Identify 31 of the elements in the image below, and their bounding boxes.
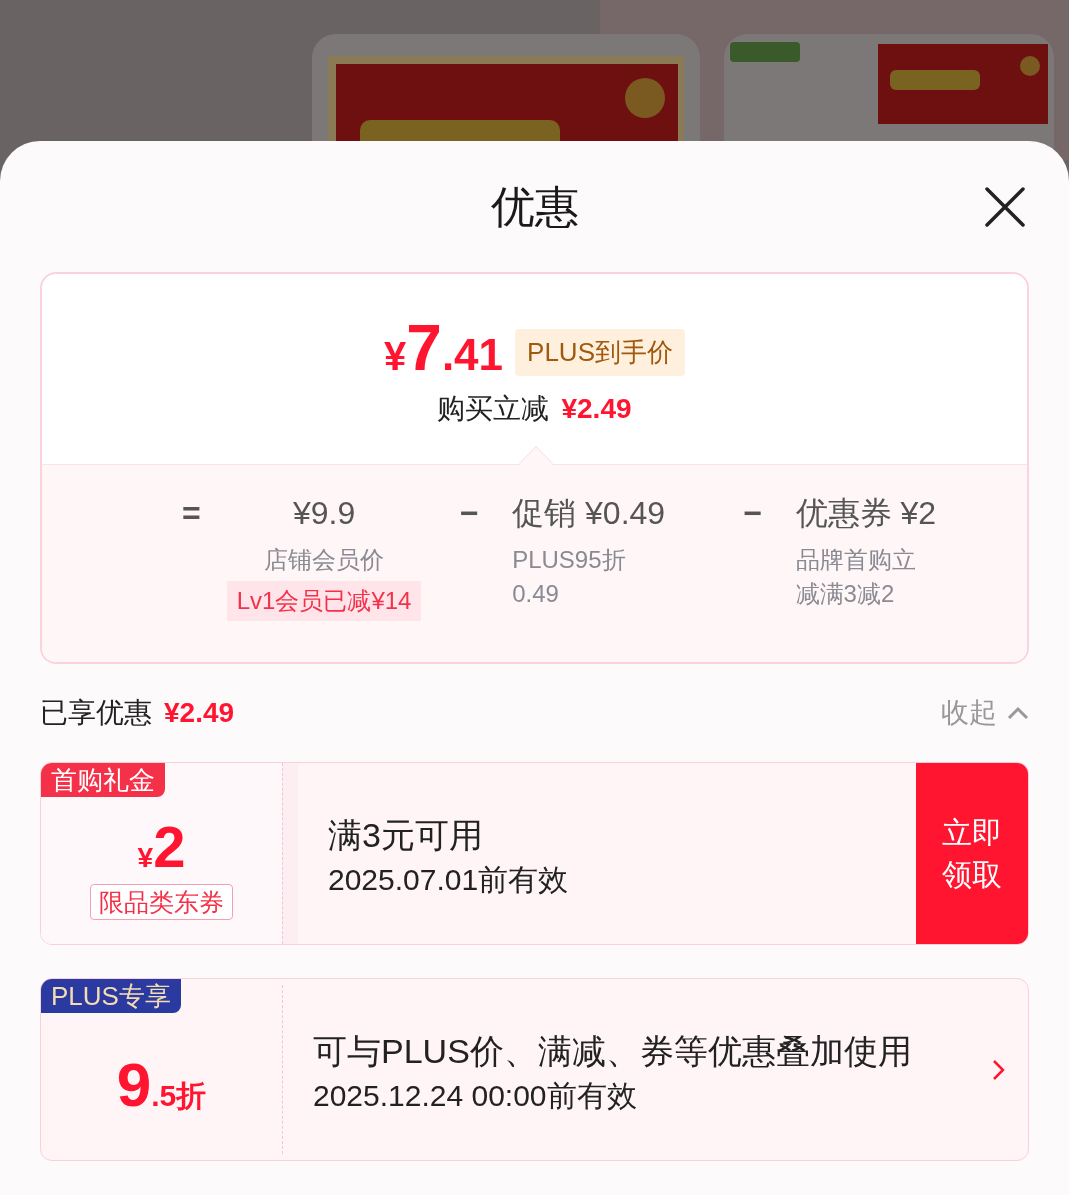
coupon-amount: ¥2 [137, 817, 186, 876]
breakdown-value: 优惠券 ¥2 [795, 494, 937, 533]
breakdown-note: 0.49 [512, 579, 559, 609]
discount-label: 已享优惠 [40, 696, 152, 730]
member-badge: Lv1会员已减¥14 [226, 581, 422, 621]
breakdown-note: 减满3减2 [795, 579, 895, 609]
breakdown-note: 品牌首购立 [795, 545, 916, 575]
close-icon[interactable] [983, 185, 1027, 229]
breakdown-note: PLUS95折 [512, 545, 626, 575]
final-price: ¥7.41 [384, 316, 504, 380]
saving-label: 购买立减 [437, 392, 550, 426]
sheet-title: 优惠 [490, 180, 579, 233]
breakdown-value: ¥9.9 [292, 494, 356, 533]
breakdown-note: 店铺会员价 [264, 545, 385, 575]
coupon-amount: 9.5折 [116, 1053, 207, 1116]
price-tag: PLUS到手价 [515, 329, 685, 376]
discount-amount: ¥2.49 [164, 696, 235, 730]
scope-label: 限品类东券 [90, 883, 233, 920]
operator-sign: = [182, 494, 202, 533]
coupon-tag: 首购礼金 [41, 763, 165, 797]
operator-sign: − [743, 494, 764, 533]
coupon-condition: 满3元可用 [328, 814, 484, 856]
coupon-validity: 2025.12.24 00:00前有效 [313, 1077, 638, 1114]
claim-button[interactable]: 立即领取 [916, 763, 1028, 944]
saving-amount: ¥2.49 [561, 392, 632, 426]
collapse-toggle[interactable]: 收起 [941, 692, 1029, 734]
coupon-validity: 2025.07.01前有效 [328, 861, 570, 898]
coupon-condition: 可与PLUS价、满减、券等优惠叠加使用 [313, 1030, 913, 1072]
breakdown-value: 促销 ¥0.49 [512, 494, 666, 533]
operator-sign: − [460, 494, 480, 533]
coupon-tag: PLUS专享 [41, 979, 181, 1013]
